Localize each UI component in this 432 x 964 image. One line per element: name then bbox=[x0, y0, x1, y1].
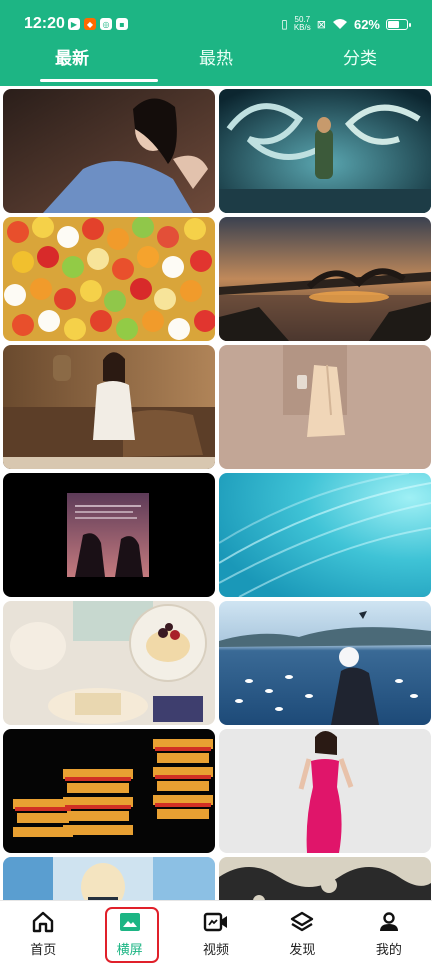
image-icon bbox=[117, 909, 143, 935]
wallpaper-image-bridge-at-sunset bbox=[219, 217, 431, 341]
wallpaper-tile[interactable] bbox=[219, 857, 431, 900]
net-speed: 50.7 KB/s bbox=[294, 16, 311, 32]
wallpaper-image-coat-and-coffee-minimal bbox=[219, 345, 431, 469]
nav-item-video[interactable]: 视频 bbox=[173, 901, 259, 964]
nav-item-mine[interactable]: 我的 bbox=[346, 901, 432, 964]
wallpaper-image-gummy-bears bbox=[3, 217, 215, 341]
wallpaper-tile[interactable] bbox=[3, 473, 215, 597]
wallpaper-image-fantasy-dragon-warrior bbox=[219, 89, 431, 213]
notification-icons: ▶ ◆ ◎ ▪ bbox=[68, 18, 128, 30]
wallpaper-image-ink-wave-pattern bbox=[219, 857, 431, 900]
wallpaper-image-woman-in-white-dress-on-sofa bbox=[3, 345, 215, 469]
wallpaper-tile[interactable] bbox=[219, 473, 431, 597]
net-speed-unit: KB/s bbox=[293, 23, 311, 32]
nav-item-home[interactable]: 首页 bbox=[0, 901, 86, 964]
wallpaper-tile[interactable] bbox=[3, 857, 215, 900]
wallpaper-tile[interactable] bbox=[3, 345, 215, 469]
video-icon bbox=[203, 909, 229, 935]
top-tabs: 最新 最热 分类 bbox=[0, 40, 432, 86]
wallpaper-image-chinese-pavilion-night bbox=[3, 729, 215, 853]
message-notification-icon: ▪ bbox=[116, 18, 128, 30]
nav-label-mine: 我的 bbox=[375, 943, 402, 958]
wallpaper-tile[interactable] bbox=[3, 729, 215, 853]
tab-latest-label: 最新 bbox=[55, 49, 89, 69]
wallpaper-grid bbox=[3, 89, 431, 900]
wallpaper-tile[interactable] bbox=[219, 89, 431, 213]
wallpaper-image-turquoise-swirl bbox=[219, 473, 431, 597]
status-bar: 12:20 ▶ ◆ ◎ ▪ ▯ 50.7 KB/s ⊠ 62% bbox=[0, 0, 432, 40]
bottom-navigation: 首页 横屏 视频 发现 我的 bbox=[0, 900, 432, 964]
wallpaper-image-lake-with-birds bbox=[219, 601, 431, 725]
wallpaper-tile[interactable] bbox=[3, 89, 215, 213]
wallpaper-image-dark-book-cover-couple bbox=[3, 473, 215, 597]
status-right: ▯ 50.7 KB/s ⊠ 62% bbox=[281, 16, 411, 32]
wallpaper-tile[interactable] bbox=[219, 729, 431, 853]
tab-hottest[interactable]: 最热 bbox=[144, 40, 288, 86]
wallpaper-tile[interactable] bbox=[219, 217, 431, 341]
wallpaper-image-woman-in-blue-blazer bbox=[3, 89, 215, 213]
wallpaper-image-woman-in-pink-dress bbox=[219, 729, 431, 853]
nav-item-landscape[interactable]: 横屏 bbox=[86, 901, 172, 964]
nav-label-landscape: 横屏 bbox=[116, 943, 143, 958]
app-notification-icon: ◆ bbox=[84, 18, 96, 30]
wallpaper-tile[interactable] bbox=[3, 217, 215, 341]
top-header: 12:20 ▶ ◆ ◎ ▪ ▯ 50.7 KB/s ⊠ 62% 最新 最热 分类 bbox=[0, 0, 432, 86]
layers-icon bbox=[289, 909, 315, 935]
home-icon bbox=[30, 909, 56, 935]
battery-percent: 62% bbox=[353, 16, 380, 32]
battery-fill bbox=[388, 20, 400, 28]
nav-label-discover: 发现 bbox=[289, 943, 316, 958]
battery-icon bbox=[386, 18, 411, 30]
nav-item-discover[interactable]: 发现 bbox=[259, 901, 345, 964]
cloud-notification-icon: ◎ bbox=[100, 18, 112, 30]
tab-hottest-label: 最热 bbox=[199, 49, 233, 69]
tab-category-label: 分类 bbox=[343, 49, 377, 69]
user-icon bbox=[376, 909, 402, 935]
wifi-icon bbox=[332, 19, 347, 29]
wallpaper-tile[interactable] bbox=[219, 345, 431, 469]
sim-icon: ⊠ bbox=[316, 17, 326, 31]
status-time: 12:20 bbox=[24, 15, 65, 32]
wallpaper-tile[interactable] bbox=[3, 601, 215, 725]
vibrate-icon: ▯ bbox=[281, 17, 288, 31]
wallpaper-tile[interactable] bbox=[219, 601, 431, 725]
active-tab-indicator bbox=[40, 79, 158, 82]
wallpaper-image-cake-and-cat bbox=[3, 601, 215, 725]
wallpaper-image-anime-girl bbox=[3, 857, 215, 900]
nav-label-home: 首页 bbox=[30, 943, 57, 958]
app-screen: 12:20 ▶ ◆ ◎ ▪ ▯ 50.7 KB/s ⊠ 62% 最新 最热 分类… bbox=[0, 0, 432, 964]
nav-label-video: 视频 bbox=[203, 943, 230, 958]
tab-category[interactable]: 分类 bbox=[288, 40, 432, 86]
play-notification-icon: ▶ bbox=[68, 18, 80, 30]
